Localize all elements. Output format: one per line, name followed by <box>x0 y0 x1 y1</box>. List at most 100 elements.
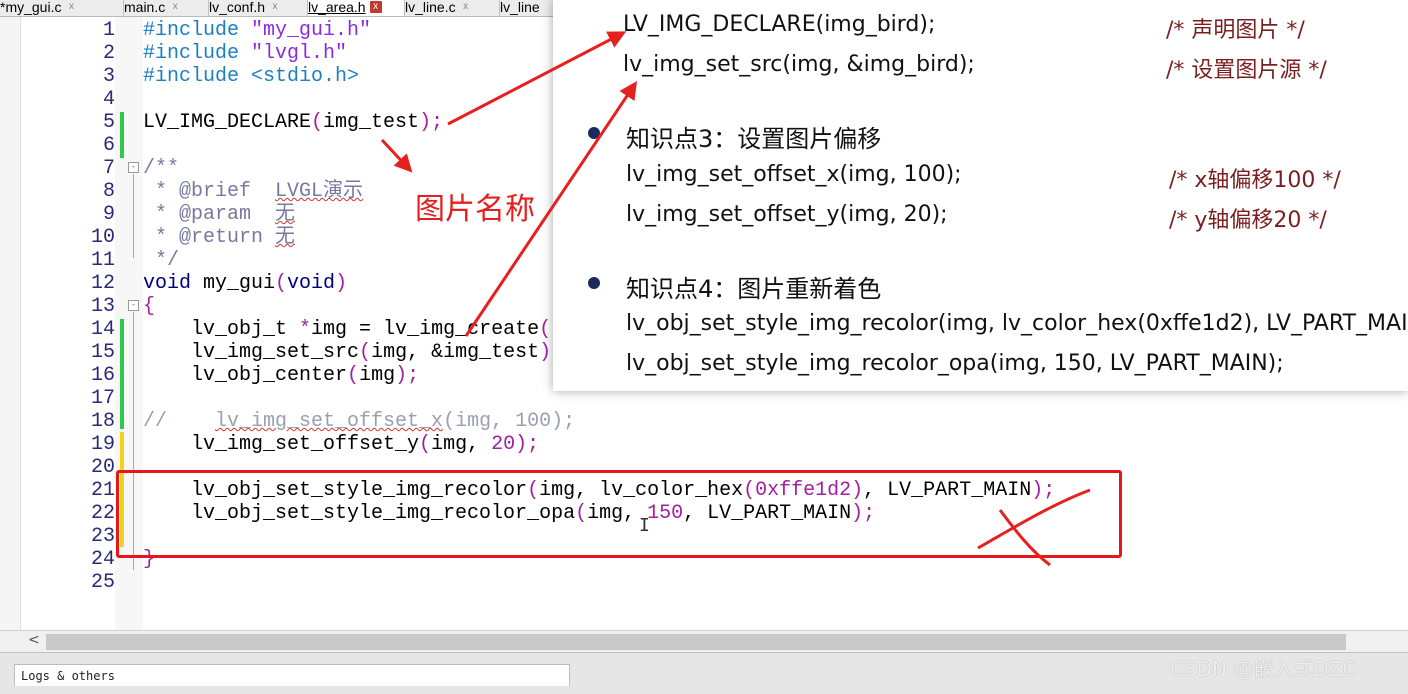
code-token: ) <box>335 272 348 295</box>
line-number: 5 <box>102 111 115 134</box>
code-token: img = lv_img_create <box>311 318 540 341</box>
code-line-9[interactable]: * @param 无 <box>143 203 295 226</box>
code-token: * @param <box>143 203 276 226</box>
line-number: 2 <box>102 42 115 65</box>
line-number: 8 <box>102 180 115 203</box>
code-token: #include <box>143 19 252 42</box>
code-token: ); <box>419 111 444 134</box>
code-line-13[interactable]: { <box>143 295 155 318</box>
slide-heading-point3: 知识点3：设置图片偏移 <box>626 125 882 153</box>
code-line-16[interactable]: lv_obj_center(img); <box>143 364 419 387</box>
code-line-11[interactable]: */ <box>143 249 179 272</box>
line-number: 3 <box>102 65 115 88</box>
code-token: // <box>143 410 216 433</box>
code-line-7[interactable]: /** <box>143 157 179 180</box>
close-icon[interactable]: x <box>460 1 472 13</box>
slide-code-recolor-opa: lv_obj_set_style_img_recolor_opa(img, 15… <box>626 351 1284 376</box>
code-token: LVGL演示 <box>275 180 364 203</box>
code-line-5[interactable]: LV_IMG_DECLARE(img_test); <box>143 111 443 134</box>
slide-code-declare: LV_IMG_DECLARE(img_bird); <box>623 12 936 37</box>
slide-comment-offset-y: /* y轴偏移20 */ <box>1169 208 1327 233</box>
tab-0[interactable]: *my_gui.c x <box>0 0 124 16</box>
close-icon[interactable]: x <box>269 1 281 13</box>
editor-left-strip <box>0 17 21 630</box>
code-token: ( <box>311 111 324 134</box>
tab-5[interactable]: lv_line <box>500 0 554 16</box>
close-icon[interactable]: x <box>169 1 181 13</box>
code-token: lv_img_set_offset_y <box>143 433 420 456</box>
fold-toggle-icon[interactable]: - <box>128 300 139 311</box>
slide-heading-point4: 知识点4：图片重新着色 <box>626 275 882 303</box>
code-line-10[interactable]: * @return 无 <box>143 226 295 249</box>
slide-code-offset-y: lv_img_set_offset_y(img, 20); <box>626 202 948 227</box>
code-token: my_gui <box>191 272 276 295</box>
tab-label: lv_line <box>500 0 540 15</box>
tab-1[interactable]: main.c x <box>124 0 209 16</box>
code-token: (img, 100); <box>443 410 576 433</box>
tab-4[interactable]: lv_line.c x <box>405 0 500 16</box>
code-token: * <box>299 318 312 341</box>
code-token: 无 <box>275 203 296 226</box>
line-number: 15 <box>90 341 115 364</box>
code-token: ); <box>395 364 420 387</box>
change-marker-saved <box>120 112 124 158</box>
tutorial-slide-overlay: LV_IMG_DECLARE(img_bird); /* 声明图片 */ lv_… <box>553 0 1408 391</box>
scrollbar-thumb[interactable] <box>46 634 1346 650</box>
csdn-watermark: CSDN @嵌入式DZC <box>1170 657 1357 681</box>
fold-guide <box>133 174 134 258</box>
bullet-icon <box>588 277 600 289</box>
code-token: * @return <box>143 226 276 249</box>
code-token: ); <box>515 433 540 456</box>
code-line-15[interactable]: lv_img_set_src(img, &img_test) <box>143 341 551 364</box>
line-number: 21 <box>90 479 115 502</box>
line-number: 13 <box>90 295 115 318</box>
code-token: lv_img_set_offset_x <box>215 410 444 433</box>
close-icon[interactable]: x <box>369 1 382 13</box>
fold-toggle-icon[interactable]: - <box>128 162 139 173</box>
logs-tab[interactable]: Logs & others <box>14 664 570 686</box>
horizontal-scrollbar[interactable]: < <box>0 630 1408 653</box>
line-number: 4 <box>102 88 115 111</box>
scroll-left-icon[interactable]: < <box>28 632 40 648</box>
code-token: 20 <box>491 433 516 456</box>
tab-label: main.c <box>124 0 166 15</box>
code-line-1[interactable]: #include "my_gui.h" <box>143 19 371 42</box>
line-number: 6 <box>102 134 115 157</box>
code-line-3[interactable]: #include <stdio.h> <box>143 65 359 88</box>
code-line-2[interactable]: #include "lvgl.h" <box>143 42 347 65</box>
slide-comment-declare: /* 声明图片 */ <box>1166 18 1305 43</box>
line-number: 14 <box>90 318 115 341</box>
line-number: 17 <box>90 387 115 410</box>
tab-label: *my_gui.c <box>0 0 62 15</box>
code-token: LV_IMG_DECLARE <box>143 111 312 134</box>
slide-code-set-src: lv_img_set_src(img, &img_bird); <box>623 52 975 77</box>
line-number: 7 <box>102 157 115 180</box>
code-token: img_test <box>323 111 420 134</box>
change-marker-saved <box>120 319 124 429</box>
code-token: * @brief <box>143 180 276 203</box>
code-line-12[interactable]: void my_gui(void) <box>143 272 347 295</box>
line-number: 1 <box>102 19 115 42</box>
code-token: lv_obj_t <box>143 318 300 341</box>
code-token: lv_obj_center <box>143 364 348 387</box>
line-number: 12 <box>90 272 115 295</box>
code-token: ( <box>419 433 432 456</box>
code-token: ) <box>539 341 552 364</box>
code-line-19[interactable]: lv_img_set_offset_y(img, 20); <box>143 433 539 456</box>
code-line-18[interactable]: // lv_img_set_offset_x(img, 100); <box>143 410 575 433</box>
tab-label: lv_line.c <box>405 0 456 15</box>
code-line-14[interactable]: lv_obj_t *img = lv_img_create( <box>143 318 551 341</box>
code-line-8[interactable]: * @brief LVGL演示 <box>143 180 363 203</box>
code-token: "my_gui.h" <box>251 19 372 42</box>
line-number: 11 <box>90 249 115 272</box>
slide-code-offset-x: lv_img_set_offset_x(img, 100); <box>626 162 962 187</box>
code-token: void <box>143 272 192 295</box>
code-token: ( <box>347 364 360 387</box>
annotation-image-name-label: 图片名称 <box>415 192 535 227</box>
line-number: 20 <box>90 456 115 479</box>
tab-2[interactable]: lv_conf.h x <box>209 0 308 16</box>
code-token: img, &img_test <box>371 341 540 364</box>
line-number: 24 <box>90 548 115 571</box>
tab-3[interactable]: lv_area.h x <box>308 0 405 16</box>
close-icon[interactable]: x <box>65 1 77 13</box>
